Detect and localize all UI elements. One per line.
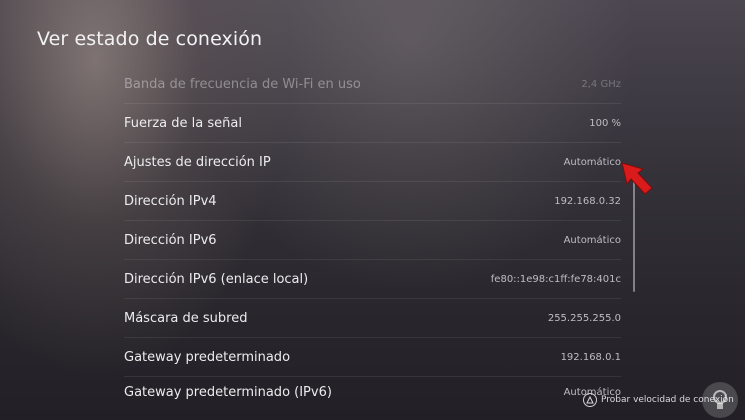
row-value: fe80::1e98:c1ff:fe78:401c	[490, 273, 621, 285]
scrollbar[interactable]	[633, 180, 635, 292]
row-label: Ajustes de dirección IP	[124, 154, 271, 170]
row-label: Gateway predeterminado (IPv6)	[124, 384, 332, 400]
list-item[interactable]: Dirección IPv6 Automático	[124, 221, 621, 260]
list-item[interactable]: Dirección IPv4 192.168.0.32	[124, 182, 621, 221]
watermark-logo-icon	[702, 382, 738, 418]
row-value: 255.255.255.0	[547, 312, 621, 324]
list-item[interactable]: Banda de frecuencia de Wi-Fi en uso 2,4 …	[124, 65, 621, 104]
triangle-button-icon	[583, 393, 597, 407]
row-value: Automático	[563, 234, 621, 246]
row-value: Automático	[563, 156, 621, 168]
row-value: 192.168.0.1	[560, 351, 621, 363]
row-label: Dirección IPv6 (enlace local)	[124, 271, 309, 287]
row-value: 100 %	[589, 117, 621, 129]
connection-status-list: Banda de frecuencia de Wi-Fi en uso 2,4 …	[124, 65, 621, 407]
list-item[interactable]: Gateway predeterminado (IPv6) Automático	[124, 377, 621, 407]
list-item[interactable]: Gateway predeterminado 192.168.0.1	[124, 338, 621, 377]
row-label: Fuerza de la señal	[124, 115, 242, 131]
row-label: Gateway predeterminado	[124, 349, 291, 365]
row-label: Máscara de subred	[124, 310, 248, 326]
list-item[interactable]: Máscara de subred 255.255.255.0	[124, 299, 621, 338]
page-title: Ver estado de conexión	[37, 28, 263, 50]
row-label: Dirección IPv4	[124, 193, 217, 209]
list-item[interactable]: Fuerza de la señal 100 %	[124, 104, 621, 143]
row-label: Banda de frecuencia de Wi-Fi en uso	[124, 76, 361, 92]
row-value: 192.168.0.32	[554, 195, 621, 207]
list-item[interactable]: Dirección IPv6 (enlace local) fe80::1e98…	[124, 260, 621, 299]
list-item[interactable]: Ajustes de dirección IP Automático	[124, 143, 621, 182]
row-value: 2,4 GHz	[581, 78, 621, 90]
pointer-arrow-icon	[621, 162, 653, 195]
row-label: Dirección IPv6	[124, 232, 217, 248]
